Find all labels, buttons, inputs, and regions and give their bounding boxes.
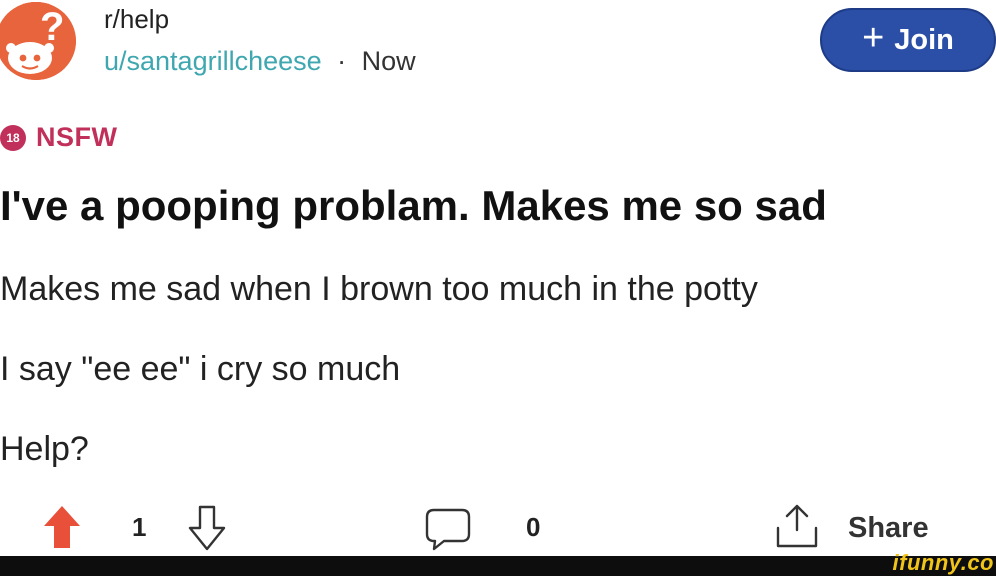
post-action-bar: 1 0 Share bbox=[0, 500, 996, 556]
post-header: ? r/help u/santagrillcheese · Now + Join bbox=[0, 0, 996, 110]
post-body-line: Help? bbox=[0, 430, 89, 468]
meta-separator: · bbox=[337, 46, 347, 76]
comment-bubble-icon[interactable] bbox=[424, 506, 472, 552]
ifunny-watermark: ifunny.co bbox=[892, 550, 994, 575]
author-link[interactable]: u/santagrillcheese bbox=[104, 46, 322, 76]
nsfw-label: NSFW bbox=[36, 122, 118, 152]
subreddit-name[interactable]: r/help bbox=[104, 4, 169, 35]
downvote-arrow-icon[interactable] bbox=[186, 504, 228, 552]
nsfw-18-icon: 18 bbox=[0, 124, 26, 151]
share-icon[interactable] bbox=[772, 500, 822, 552]
nsfw-tag: 18 NSFW bbox=[0, 122, 117, 153]
post-title[interactable]: I've a pooping problam. Makes me so sad bbox=[0, 182, 827, 230]
svg-text:?: ? bbox=[40, 5, 64, 49]
post-meta: u/santagrillcheese · Now bbox=[104, 46, 416, 77]
post-time: Now bbox=[361, 46, 416, 76]
watermark-bar: ifunny.co bbox=[0, 550, 996, 576]
join-label: Join bbox=[894, 23, 954, 56]
comment-count: 0 bbox=[526, 512, 541, 542]
upvote-arrow-icon[interactable] bbox=[42, 504, 82, 550]
join-button[interactable]: + Join bbox=[820, 8, 996, 72]
share-button[interactable]: Share bbox=[848, 512, 929, 545]
vote-score: 1 bbox=[132, 512, 147, 542]
subreddit-help-icon[interactable]: ? bbox=[0, 2, 76, 80]
post-body-line: Makes me sad when I brown too much in th… bbox=[0, 270, 758, 308]
plus-icon: + bbox=[862, 17, 885, 59]
post-body-line: I say "ee ee" i cry so much bbox=[0, 350, 401, 388]
